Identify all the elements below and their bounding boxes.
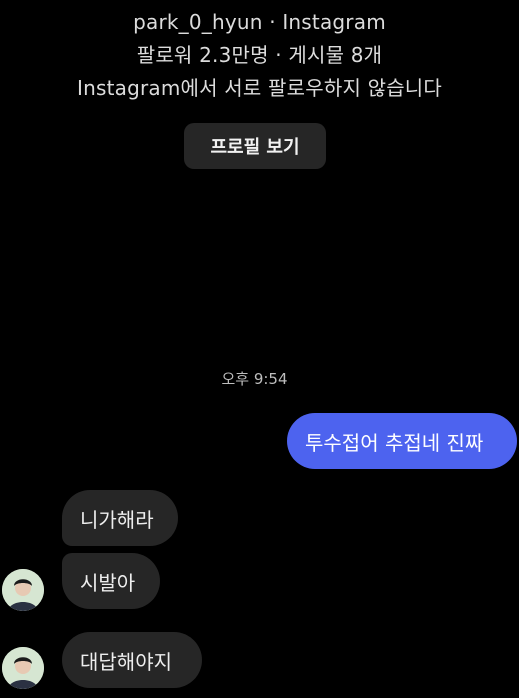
profile-header: park_0_hyun · Instagram 팔로워 2.3만명 · 게시물 … [0,6,519,105]
profile-name: park_0_hyun · Instagram [133,10,386,34]
received-message-bubble[interactable]: 니가해라 [62,490,178,546]
profile-stats: 팔로워 2.3만명 · 게시물 8개 [136,43,383,67]
sent-message-bubble[interactable]: 투수접어 추접네 진짜 [287,413,517,469]
avatar-image [2,569,44,611]
avatar-image [2,647,44,689]
message-timestamp: 오후 9:54 [221,370,288,388]
view-profile-button[interactable]: 프로필 보기 [184,123,326,169]
received-message-bubble[interactable]: 대답해야지 [62,632,202,688]
follow-status: Instagram에서 서로 팔로우하지 않습니다 [76,76,443,100]
received-message-bubble[interactable]: 시발아 [62,553,160,609]
avatar[interactable] [2,647,44,689]
avatar[interactable] [2,569,44,611]
